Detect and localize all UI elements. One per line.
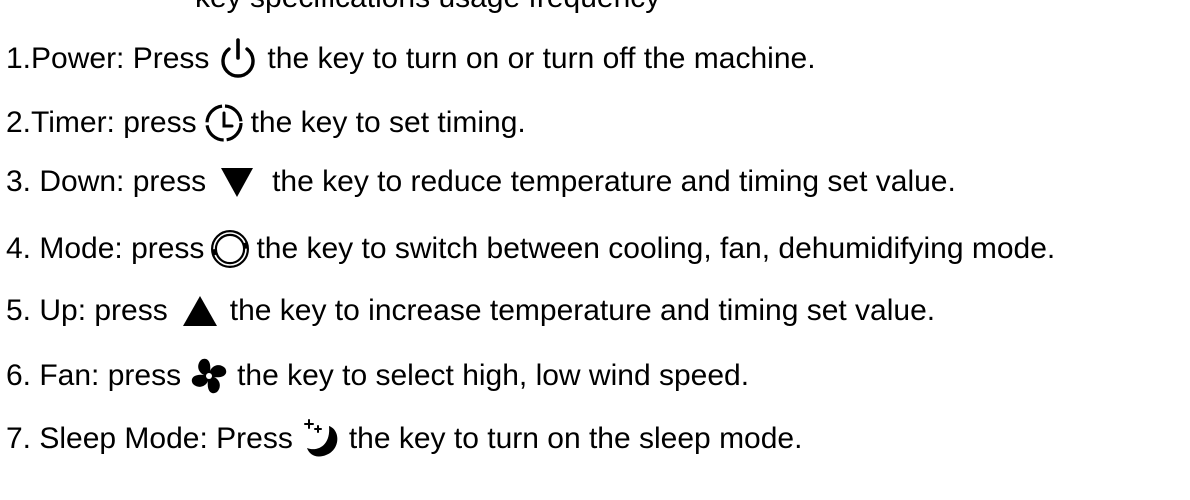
instruction-prefix: 1.Power: Press [6,42,210,75]
mode-ring-icon [210,229,250,269]
instruction-timer: 2.Timer: press the key to set timing. [6,102,526,144]
fan-icon [189,356,229,396]
instruction-prefix: 3. Down: press [6,165,207,198]
instruction-suffix: the key to switch between cooling, fan, … [256,232,1056,265]
instruction-up: 5. Up: press the key to increase tempera… [6,293,935,329]
instruction-power: 1.Power: Press the key to turn on or tur… [6,38,816,80]
instruction-down: 3. Down: press the key to reduce tempera… [6,164,956,200]
instruction-suffix: the key to reduce temperature and timing… [272,165,956,198]
instruction-suffix: the key to turn on or turn off the machi… [267,42,816,75]
instruction-prefix: 2.Timer: press [6,106,197,139]
instruction-suffix: the key to increase temperature and timi… [229,294,936,327]
instruction-sleep: 7. Sleep Mode: Press the key to turn on … [6,418,802,460]
instruction-prefix: 4. Mode: press [6,232,205,265]
instruction-prefix: 6. Fan: press [6,359,182,392]
timer-clock-icon [203,102,245,144]
instruction-prefix: 5. Up: press [6,294,168,327]
instruction-mode: 4. Mode: press the key to switch between… [6,229,1055,269]
instruction-suffix: the key to select high, low wind speed. [237,359,750,392]
power-icon [217,38,259,80]
instruction-suffix: the key to set timing. [250,106,526,139]
instruction-fan: 6. Fan: press the key to select high, lo… [6,356,749,396]
sleep-moon-icon [301,418,343,460]
top-cut-text: key specifications usage frequency [195,0,660,13]
up-triangle-icon [182,295,218,327]
down-triangle-icon [220,166,254,198]
instruction-suffix: the key to turn on the sleep mode. [348,422,803,455]
instruction-prefix: 7. Sleep Mode: Press [6,422,293,455]
